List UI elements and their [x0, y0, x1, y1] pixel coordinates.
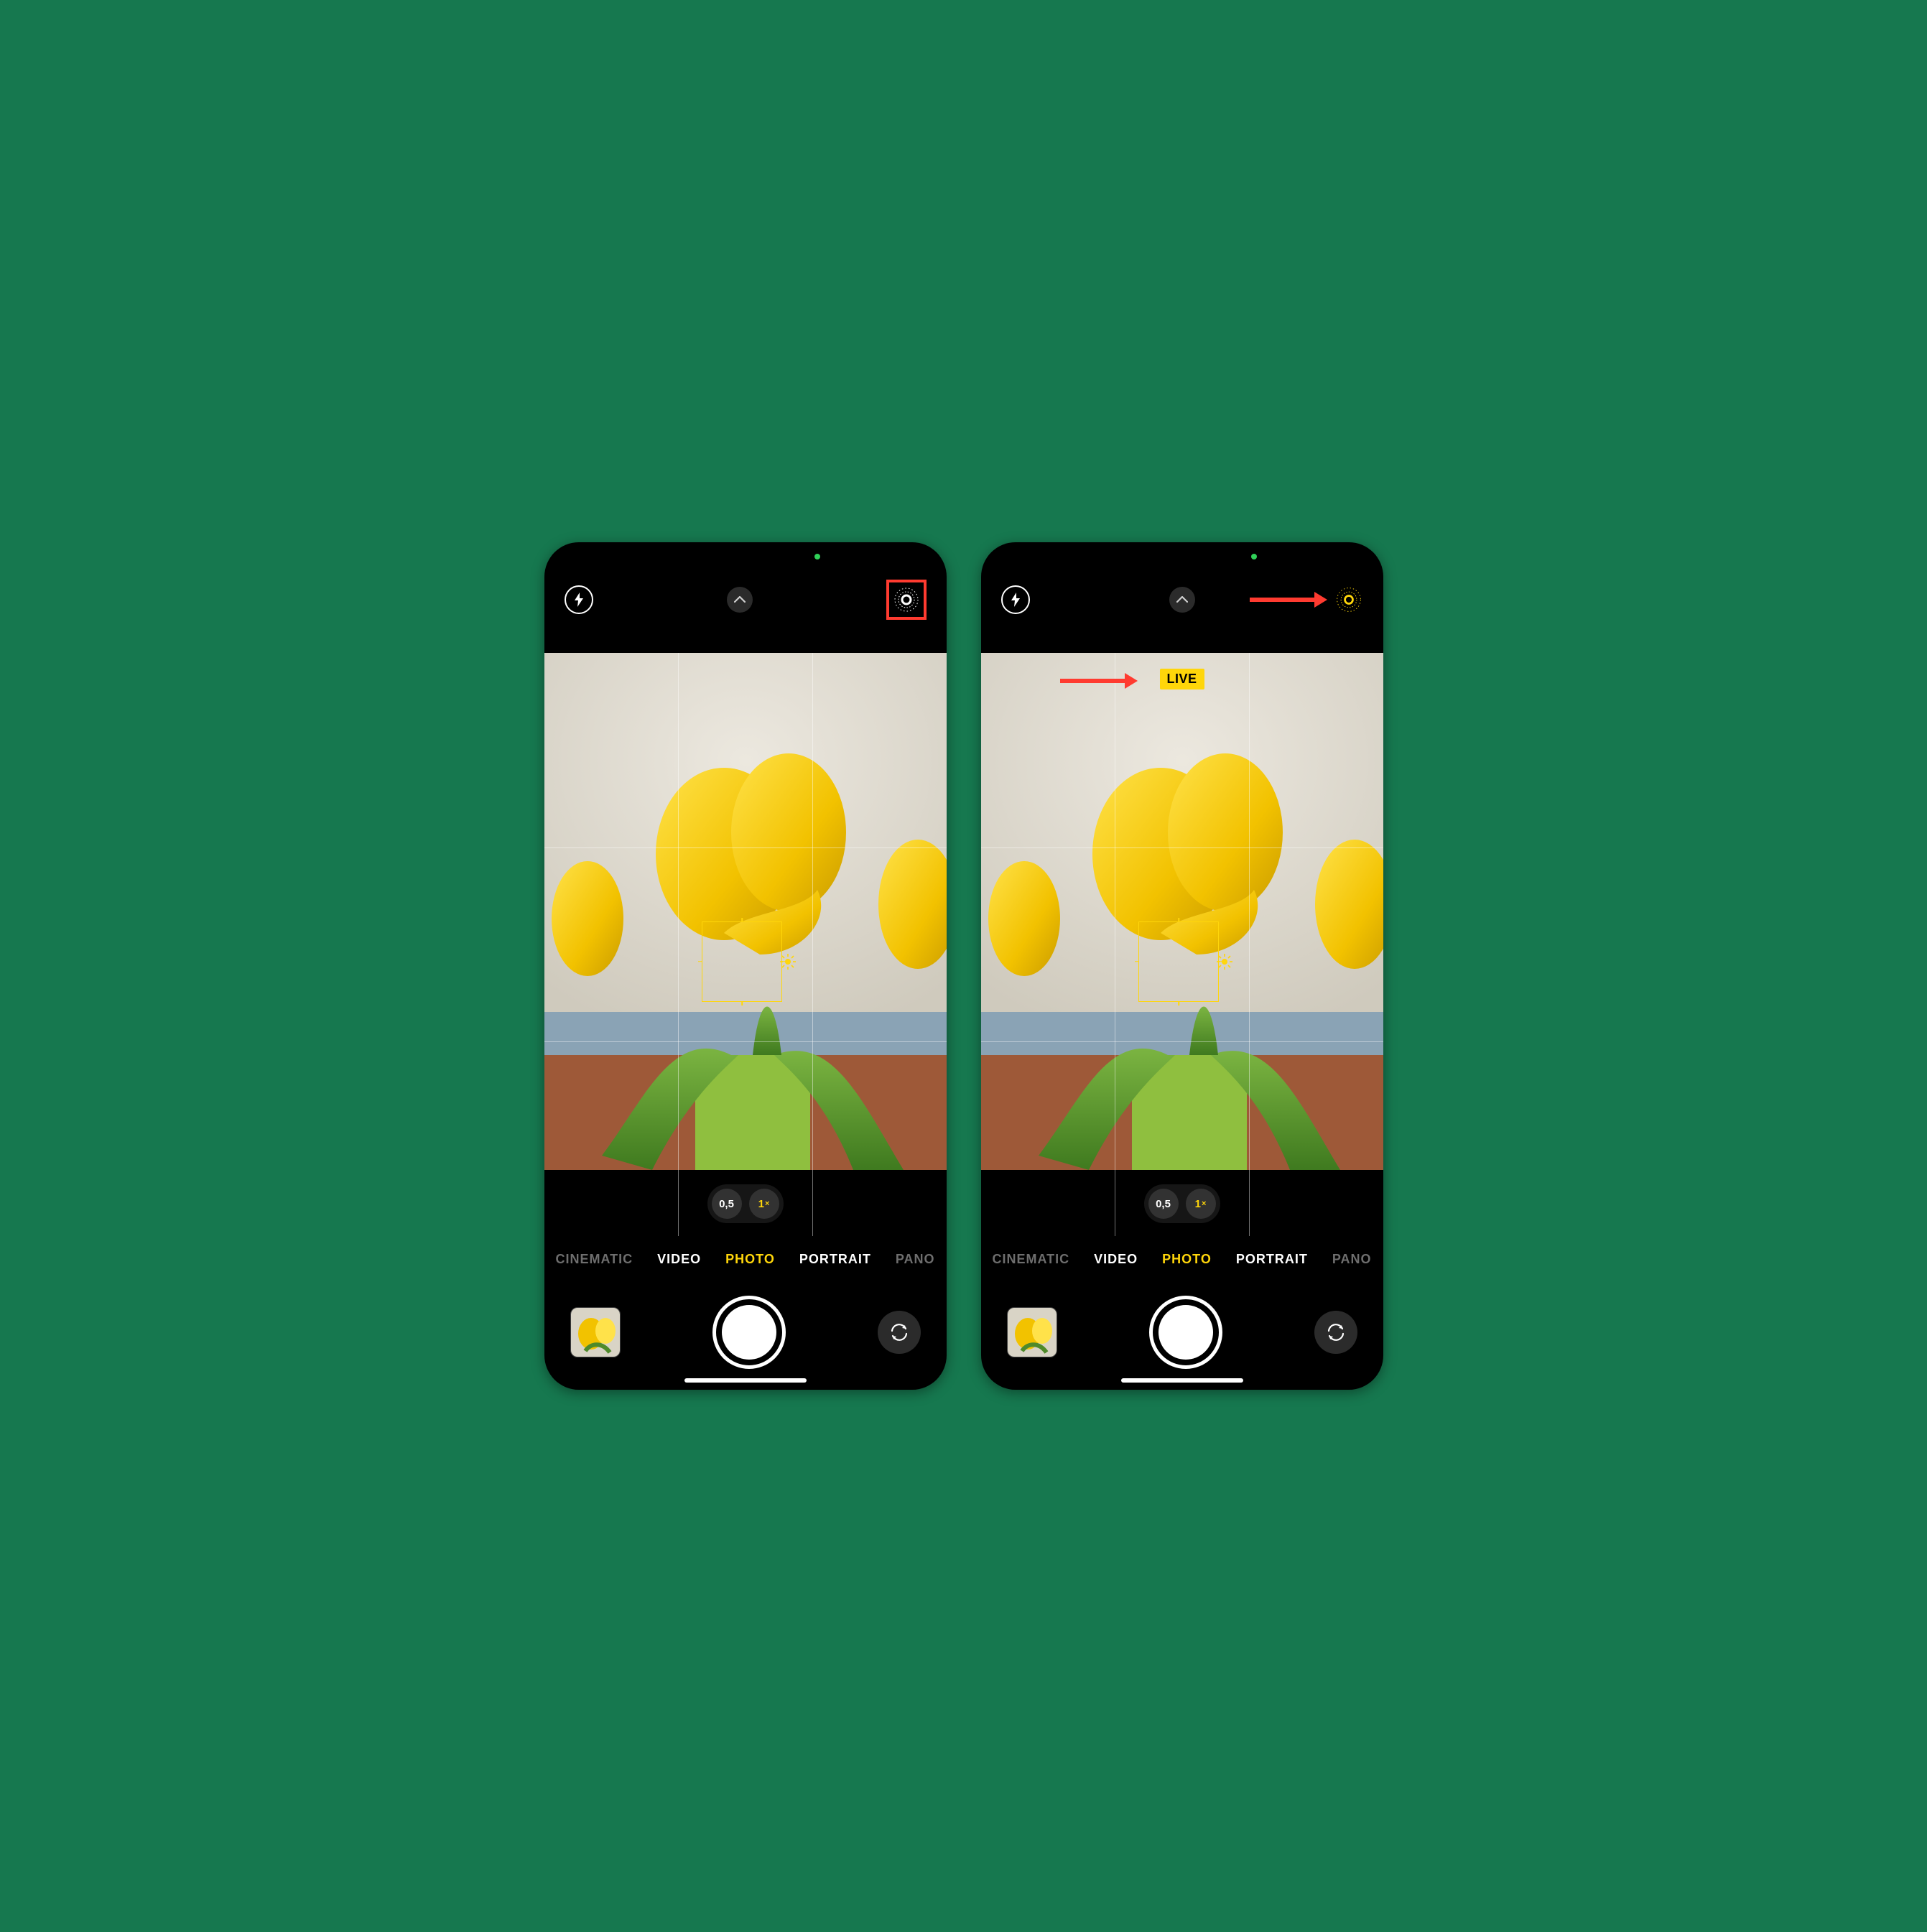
flash-button[interactable] — [1001, 585, 1030, 614]
zoom-main-label: 1 — [1195, 1198, 1201, 1210]
phone-left: 0,5 1× CINEMATIC VIDEO PHOTO PORTRAIT PA… — [544, 542, 947, 1390]
camera-preview-image — [981, 653, 1383, 1170]
live-photo-toggle-active[interactable] — [1334, 585, 1363, 614]
mode-pano[interactable]: PANO — [1332, 1252, 1372, 1267]
zoom-selector: 0,5 1× — [1144, 1184, 1220, 1223]
flip-camera-button[interactable] — [1314, 1311, 1357, 1354]
viewfinder[interactable]: LIVE 0,5 1× — [981, 653, 1383, 1236]
zoom-suffix: × — [765, 1199, 769, 1208]
home-indicator[interactable] — [1121, 1378, 1243, 1383]
top-controls — [544, 571, 947, 628]
shutter-button[interactable] — [1149, 1296, 1222, 1369]
zoom-1x[interactable]: 1× — [749, 1189, 779, 1219]
mode-pano[interactable]: PANO — [896, 1252, 935, 1267]
focus-indicator[interactable] — [702, 921, 782, 1002]
top-controls — [981, 571, 1383, 628]
status-bar — [981, 542, 1383, 571]
live-photo-icon-active — [1334, 584, 1363, 616]
mode-portrait[interactable]: PORTRAIT — [1236, 1252, 1308, 1267]
shutter-inner — [1158, 1305, 1213, 1360]
zoom-selector: 0,5 1× — [707, 1184, 784, 1223]
chevron-up-icon — [734, 596, 746, 603]
flash-off-icon — [574, 593, 584, 607]
status-bar — [544, 542, 947, 571]
zoom-main-label: 1 — [758, 1198, 764, 1210]
zoom-0-5x[interactable]: 0,5 — [712, 1189, 742, 1219]
mode-cinematic[interactable]: CINEMATIC — [992, 1252, 1069, 1267]
last-photo-thumbnail[interactable] — [1007, 1307, 1057, 1357]
zoom-suffix: × — [1202, 1199, 1206, 1208]
mode-photo[interactable]: PHOTO — [725, 1252, 775, 1267]
last-photo-thumbnail[interactable] — [570, 1307, 621, 1357]
mode-video[interactable]: VIDEO — [657, 1252, 701, 1267]
privacy-indicator-dot — [814, 554, 820, 559]
live-photo-icon — [892, 585, 921, 614]
zoom-wide-label: 0,5 — [719, 1198, 734, 1210]
flip-camera-icon — [1325, 1322, 1347, 1343]
mode-photo[interactable]: PHOTO — [1162, 1252, 1212, 1267]
zoom-wide-label: 0,5 — [1156, 1198, 1171, 1210]
thumbnail-image — [571, 1308, 620, 1357]
home-indicator[interactable] — [684, 1378, 807, 1383]
bottom-controls — [544, 1282, 947, 1390]
zoom-1x[interactable]: 1× — [1186, 1189, 1216, 1219]
mode-portrait[interactable]: PORTRAIT — [799, 1252, 871, 1267]
camera-settings-chevron[interactable] — [1168, 585, 1197, 614]
live-badge: LIVE — [1159, 669, 1204, 689]
bottom-controls — [981, 1282, 1383, 1390]
annotation-arrow-to-live-icon — [1250, 592, 1327, 608]
privacy-indicator-dot — [1251, 554, 1257, 559]
mode-cinematic[interactable]: CINEMATIC — [555, 1252, 633, 1267]
chevron-up-icon — [1176, 596, 1188, 603]
exposure-sun-icon[interactable] — [1217, 954, 1232, 970]
flash-off-icon — [1011, 593, 1021, 607]
flash-button[interactable] — [565, 585, 593, 614]
viewfinder[interactable]: 0,5 1× — [544, 653, 947, 1236]
camera-preview-image — [544, 653, 947, 1170]
phone-right: LIVE 0,5 1× CINEMATIC VIDEO PHOTO — [981, 542, 1383, 1390]
exposure-sun-icon[interactable] — [780, 954, 796, 970]
thumbnail-image — [1008, 1308, 1057, 1357]
mode-selector[interactable]: CINEMATIC VIDEO PHOTO PORTRAIT PANO — [544, 1236, 947, 1282]
live-photo-toggle[interactable] — [886, 580, 927, 620]
zoom-0-5x[interactable]: 0,5 — [1148, 1189, 1179, 1219]
focus-indicator[interactable] — [1138, 921, 1219, 1002]
camera-settings-chevron[interactable] — [725, 585, 754, 614]
mode-selector[interactable]: CINEMATIC VIDEO PHOTO PORTRAIT PANO — [981, 1236, 1383, 1282]
annotation-arrow-to-live-badge — [1060, 673, 1138, 689]
shutter-inner — [722, 1305, 776, 1360]
flip-camera-icon — [888, 1322, 910, 1343]
mode-video[interactable]: VIDEO — [1094, 1252, 1138, 1267]
flip-camera-button[interactable] — [878, 1311, 921, 1354]
shutter-button[interactable] — [712, 1296, 786, 1369]
